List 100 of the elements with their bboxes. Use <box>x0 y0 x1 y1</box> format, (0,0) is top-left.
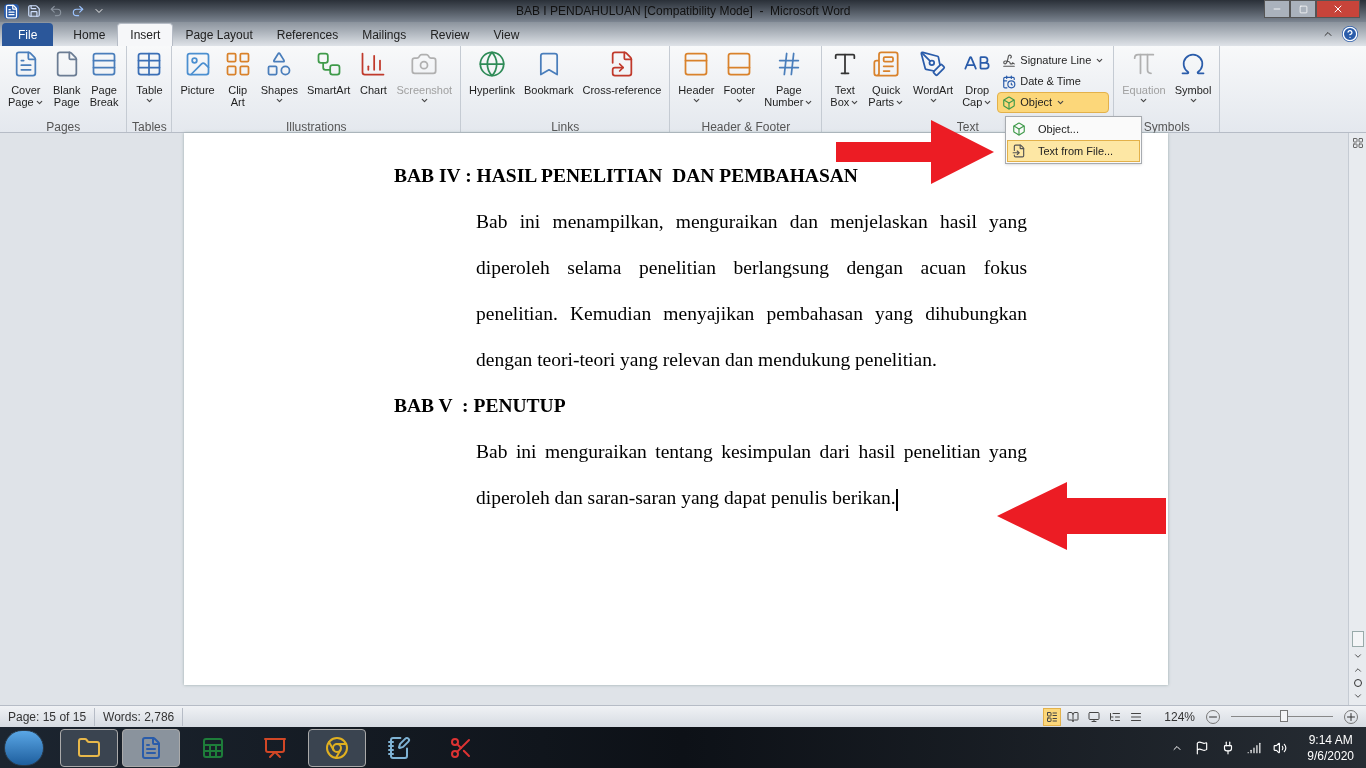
redo-icon[interactable] <box>71 4 85 18</box>
ribbon-small-button[interactable]: Object <box>997 92 1110 113</box>
button-label: Table <box>136 84 163 96</box>
ribbon-button[interactable]: Cross-reference <box>578 46 666 118</box>
signal-icon[interactable] <box>1247 740 1262 755</box>
ribbon-tab[interactable]: View <box>481 24 532 46</box>
caret-icon <box>274 96 284 105</box>
help-icon[interactable] <box>1342 26 1358 42</box>
app-icon <box>201 735 225 760</box>
ribbon-icon <box>919 50 948 78</box>
page-count[interactable]: Page: 15 of 15 <box>0 707 96 726</box>
group-label: Illustrations <box>285 119 347 136</box>
menu-item-icon <box>1012 144 1026 158</box>
ribbon-tab[interactable]: References <box>264 24 351 46</box>
close-icon <box>1332 3 1344 15</box>
caret-icon <box>144 96 154 105</box>
ribbon-button[interactable]: Quick Parts <box>864 46 908 118</box>
taskbar-app[interactable] <box>60 728 118 767</box>
button-label: Parts <box>868 96 904 108</box>
menu-item[interactable]: Object... <box>1007 118 1140 140</box>
ribbon-icon <box>478 50 506 78</box>
ribbon-tab[interactable]: File <box>2 23 54 46</box>
ribbon-tab[interactable]: Review <box>418 24 482 46</box>
ribbon-button[interactable]: Clip Art <box>219 46 256 118</box>
ribbon-icon <box>1002 74 1017 89</box>
taskbar-app[interactable] <box>122 728 180 767</box>
save-icon[interactable] <box>27 4 41 18</box>
ribbon-button[interactable]: WordArt <box>909 46 958 118</box>
action-center-icon[interactable] <box>1195 740 1210 755</box>
group-label: Links <box>551 119 580 136</box>
zoom-thumb[interactable] <box>1280 710 1289 722</box>
button-label: Cover <box>11 84 41 96</box>
window-title: BAB I PENDAHULUAN [Compatibility Mode] - Microsoft Word <box>516 3 851 20</box>
ribbon-button[interactable]: Picture <box>176 46 219 118</box>
next-page-icon[interactable] <box>1352 691 1363 701</box>
ribbon-tab[interactable]: Insert <box>117 23 174 46</box>
ribbon-button[interactable]: Table <box>131 46 168 118</box>
menu-item[interactable]: Text from File... <box>1007 140 1140 162</box>
start-button[interactable] <box>4 729 44 766</box>
button-label: Page <box>53 96 80 108</box>
button-label: Shapes <box>260 84 298 96</box>
ribbon-button[interactable]: Page Break <box>85 46 123 118</box>
undo-icon[interactable] <box>49 4 63 18</box>
previous-page-icon[interactable] <box>1352 665 1363 675</box>
group-label: Symbols <box>1143 119 1190 136</box>
button-label: Page <box>8 96 44 108</box>
ribbon-button[interactable]: Symbol <box>1170 46 1216 118</box>
ribbon-button[interactable]: Cover Page <box>4 46 48 118</box>
ribbon-tab[interactable]: Mailings <box>350 24 419 46</box>
taskbar-app[interactable] <box>308 728 366 767</box>
ribbon-tab[interactable]: Home <box>61 24 118 46</box>
button-label: Clip <box>228 84 248 96</box>
volume-icon[interactable] <box>1273 740 1288 755</box>
restore-icon <box>1298 4 1308 14</box>
button-label: Footer <box>723 84 756 96</box>
word-count[interactable]: Words: 2,786 <box>95 707 184 726</box>
ribbon-button[interactable]: Shapes <box>256 46 302 118</box>
view-icon <box>1046 710 1059 723</box>
ribbon-button[interactable]: Text Box <box>826 46 864 118</box>
ribbon-button[interactable]: Header <box>674 46 719 118</box>
ribbon-small-button[interactable]: Date & Time <box>997 71 1110 92</box>
scroll-down-icon[interactable] <box>1352 651 1363 661</box>
ribbon-button[interactable]: SmartArt <box>303 46 355 118</box>
clock-date[interactable]: 9/6/2020 <box>1307 747 1354 764</box>
button-label: Chart <box>359 84 387 96</box>
restore-button[interactable] <box>1290 0 1316 18</box>
view-icon <box>1130 710 1143 723</box>
group-label: Header & Footer <box>701 119 791 136</box>
ribbon-button[interactable]: Bookmark <box>519 46 578 118</box>
ribbon-small-button[interactable]: Signature Line <box>997 50 1110 71</box>
ribbon-button[interactable]: Page Number <box>760 46 818 118</box>
clock-time[interactable]: 9:14 AM <box>1308 731 1353 748</box>
button-label: Blank <box>52 84 81 96</box>
app-icon <box>325 735 349 760</box>
app-icon <box>449 735 473 760</box>
ribbon-button[interactable]: Chart <box>355 46 392 118</box>
zoom-level[interactable]: 124% <box>1164 707 1195 726</box>
ribbon-tab[interactable]: Page Layout <box>173 24 265 46</box>
view-button[interactable] <box>1043 707 1062 726</box>
body-paragraph: Bab ini menampilkan, menguraikan dan menjelaskan hasil yang diperoleh selama penelitian berlangsung dengan acuan fokus penelitian. Kemudian menyajikan pembahasan yang dihubungkan dengan teori-teori yang relevan dan mendukung penelitian. <box>476 210 1027 372</box>
ribbon-button[interactable]: Blank Page <box>48 46 85 118</box>
button-label: Cap <box>962 96 993 108</box>
button-label: Page <box>91 84 117 96</box>
view-icon <box>1088 710 1101 723</box>
button-label: Art <box>230 96 245 108</box>
ribbon-button[interactable]: Hyperlink <box>465 46 519 118</box>
ruler-toggle-icon[interactable] <box>1351 137 1364 149</box>
button-label: Equation <box>1122 84 1166 96</box>
caret-icon <box>1095 56 1105 65</box>
button-label: Header <box>678 84 715 96</box>
button-label: Break <box>89 96 119 108</box>
chapter-heading: BAB IV : HASIL PENELITIAN DAN PEMBAHASAN <box>394 164 859 188</box>
caret-icon <box>1056 98 1066 107</box>
scroll-thumb[interactable] <box>1351 631 1364 647</box>
ribbon-button[interactable]: Drop Cap <box>958 46 997 118</box>
group-label: Tables <box>132 119 167 136</box>
caret-icon <box>1188 96 1198 105</box>
group-label: Text <box>956 119 979 136</box>
ribbon-button[interactable]: Footer <box>719 46 760 118</box>
minimize-button[interactable] <box>1264 0 1290 18</box>
